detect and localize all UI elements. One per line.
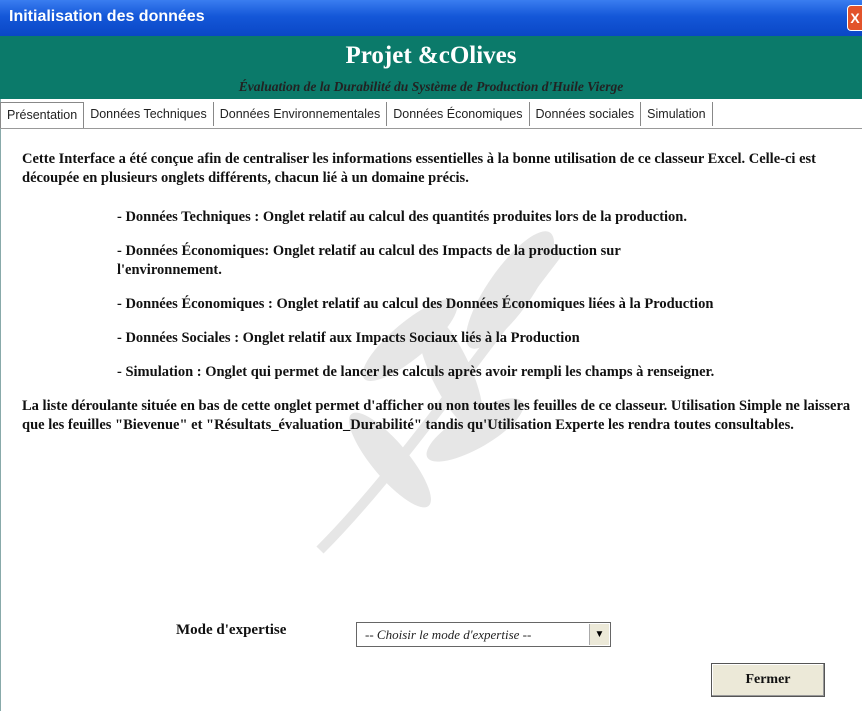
tab-donnees-sociales[interactable]: Données sociales — [530, 102, 642, 126]
tab-bar: Présentation Données Techniques Données … — [0, 102, 862, 128]
list-item: - Données Économiques : Onglet relatif a… — [117, 296, 714, 312]
tab-presentation[interactable]: Présentation — [0, 102, 85, 128]
tab-description-list: - Données Techniques : Onglet relatif au… — [117, 208, 717, 382]
tab-simulation[interactable]: Simulation — [641, 102, 713, 126]
mode-select-value: -- Choisir le mode d'expertise -- — [365, 627, 532, 642]
close-button[interactable]: Fermer — [711, 663, 825, 697]
header-banner: Projet &cOlives Évaluation de la Durabil… — [0, 36, 862, 99]
chevron-down-icon[interactable]: ▼ — [589, 624, 609, 645]
title-bar: Initialisation des données X — [0, 0, 862, 36]
project-subtitle: Évaluation de la Durabilité du Système d… — [238, 79, 624, 94]
tab-donnees-techniques[interactable]: Données Techniques — [84, 102, 214, 126]
tab-donnees-environnementales[interactable]: Données Environnementales — [214, 102, 388, 126]
list-item: - Données Techniques : Onglet relatif au… — [117, 209, 687, 225]
intro-text: Cette Interface a été conçue afin de cen… — [22, 151, 816, 186]
presentation-content: Cette Interface a été conçue afin de cen… — [22, 150, 852, 435]
list-item: - Simulation : Onglet qui permet de lanc… — [117, 364, 715, 380]
tab-donnees-economiques[interactable]: Données Économiques — [387, 102, 530, 126]
list-item: - Données Économiques: Onglet relatif au… — [117, 243, 621, 278]
project-title: Projet &cOlives — [345, 42, 517, 69]
outro-text: La liste déroulante située en bas de cet… — [22, 398, 851, 433]
close-icon[interactable]: X — [847, 5, 862, 31]
mode-label: Mode d'expertise — [176, 622, 287, 638]
window-border — [0, 99, 1, 711]
window-title: Initialisation des données — [9, 8, 205, 25]
list-item: - Données Sociales : Onglet relatif aux … — [117, 330, 580, 346]
tab-divider — [0, 128, 862, 129]
mode-select[interactable]: -- Choisir le mode d'expertise -- ▼ — [356, 622, 611, 647]
